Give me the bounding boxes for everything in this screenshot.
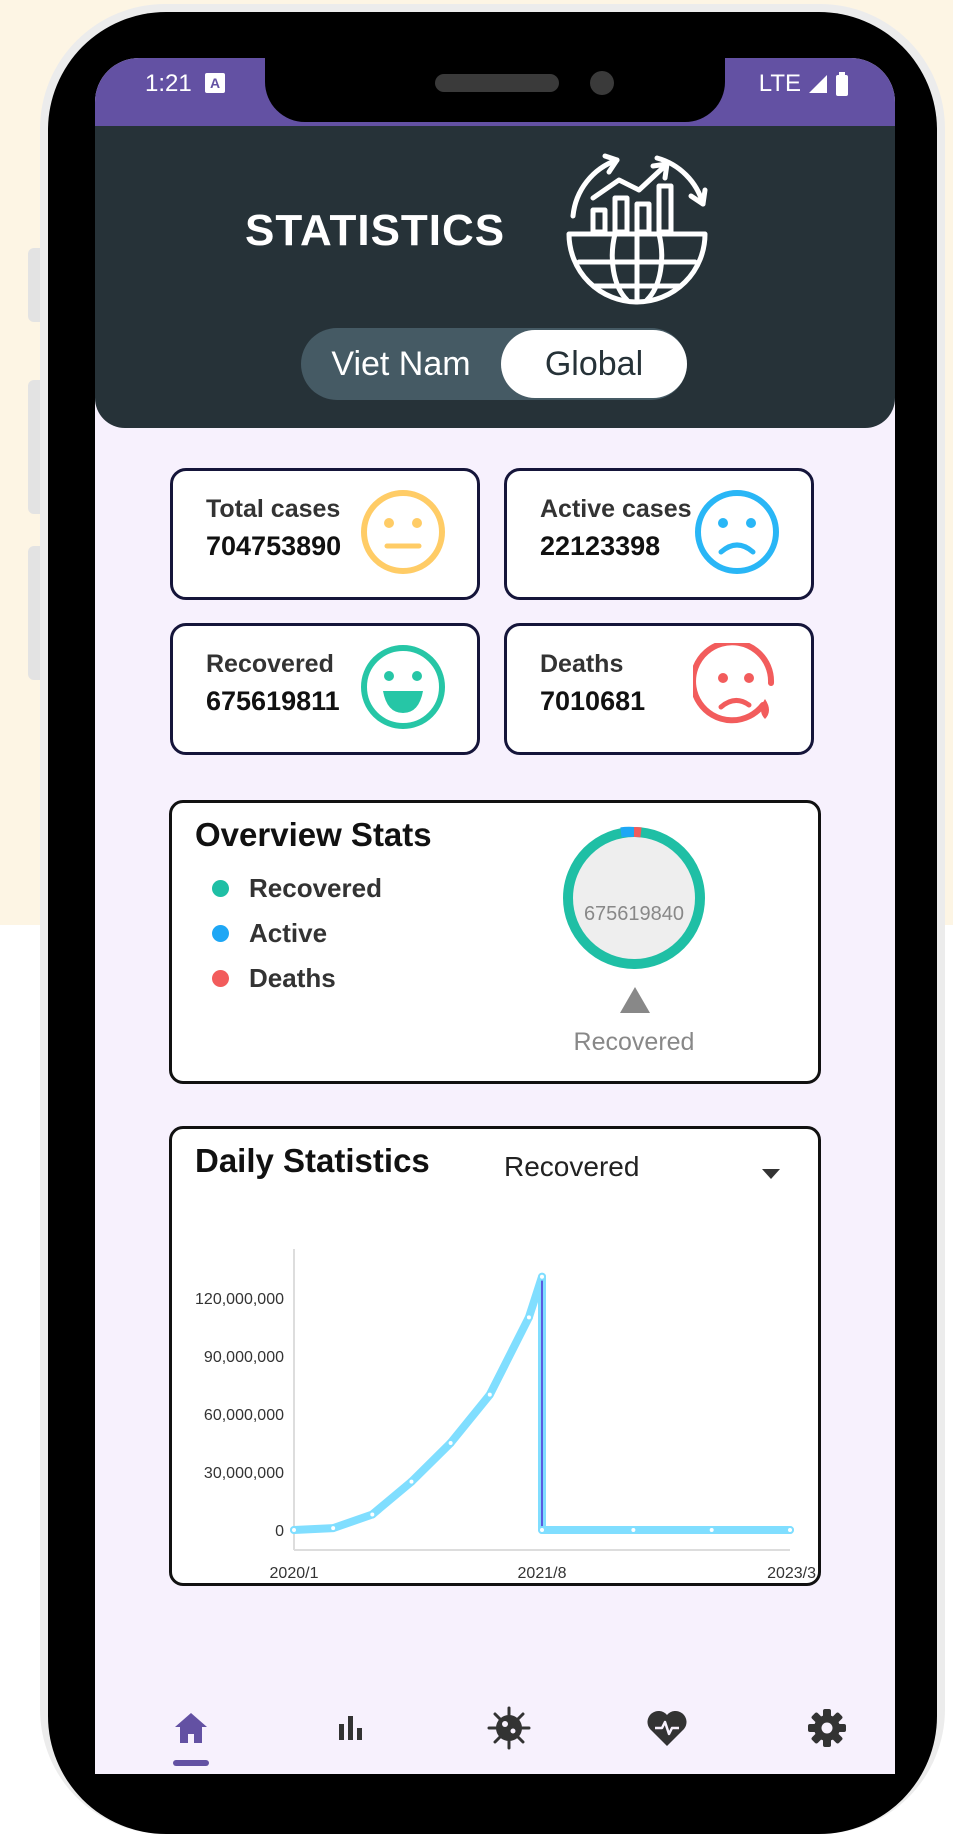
overview-donut-chart[interactable] — [561, 825, 707, 971]
toggle-viet-nam[interactable]: Viet Nam — [301, 328, 501, 400]
nav-virus[interactable] — [487, 1706, 531, 1750]
nav-home[interactable] — [169, 1706, 213, 1750]
status-time: 1:21 — [145, 70, 192, 97]
card-label: Deaths — [540, 650, 624, 678]
data-point — [329, 1524, 338, 1533]
overview-panel: Overview Stats Recovered Active Deaths 6… — [169, 800, 821, 1084]
recovered-card[interactable]: Recovered 675619811 — [170, 623, 480, 755]
data-point — [786, 1526, 794, 1534]
nav-health[interactable] — [645, 1706, 689, 1750]
data-point — [368, 1510, 377, 1519]
data-point — [538, 1272, 546, 1281]
legend-item-deaths[interactable]: Deaths — [212, 963, 336, 994]
header: STATISTICS Viet Nam Global — [95, 126, 895, 428]
legend-label: Deaths — [249, 963, 336, 993]
nav-settings[interactable] — [805, 1706, 849, 1750]
data-point — [707, 1526, 716, 1534]
donut-center-value: 675619840 — [583, 903, 685, 925]
home-icon — [175, 1713, 207, 1743]
y-tick-label: 120,000,000 — [195, 1291, 284, 1308]
battery-icon — [836, 72, 848, 96]
card-value: 7010681 — [540, 686, 646, 716]
page-title: STATISTICS — [245, 206, 506, 255]
network-label: LTE — [758, 70, 801, 97]
virus-icon — [487, 1706, 531, 1750]
bar-chart-icon — [339, 1716, 362, 1740]
data-point — [629, 1526, 638, 1534]
region-toggle: Viet Nam Global — [301, 328, 687, 400]
legend-label: Active — [249, 918, 328, 948]
x-tick-label: 2021/8 — [518, 1565, 567, 1582]
selection-arrow-icon — [620, 987, 650, 1013]
signal-icon — [809, 75, 827, 93]
notification-icon: A — [205, 73, 225, 93]
app-screen: 1:21 A LTE STATISTICS Viet Nam Global To… — [95, 58, 895, 1774]
legend-item-recovered[interactable]: Recovered — [212, 873, 382, 904]
toggle-global[interactable]: Global — [501, 330, 687, 398]
nav-active-indicator — [173, 1760, 209, 1766]
legend-dot-deaths — [212, 970, 229, 987]
active-cases-card[interactable]: Active cases 22123398 — [504, 468, 814, 600]
deaths-card[interactable]: Deaths 7010681 — [504, 623, 814, 755]
data-point — [485, 1390, 494, 1399]
heart-pulse-icon — [647, 1710, 687, 1746]
legend-label: Recovered — [249, 873, 382, 903]
speaker-grille — [435, 74, 559, 92]
neutral-face-icon — [361, 490, 445, 574]
home-indicator-area — [95, 1774, 895, 1792]
x-tick-label: 2023/3 — [767, 1565, 816, 1582]
data-point — [407, 1477, 416, 1486]
legend-dot-active — [212, 925, 229, 942]
data-point — [524, 1313, 533, 1322]
data-point — [538, 1526, 546, 1534]
data-point — [290, 1526, 298, 1534]
card-value: 675619811 — [206, 686, 340, 716]
y-tick-label: 60,000,000 — [204, 1407, 284, 1424]
x-tick-label: 2020/1 — [270, 1565, 319, 1582]
nav-statistics[interactable] — [329, 1706, 373, 1750]
crying-face-icon — [693, 643, 775, 724]
card-value: 22123398 — [540, 531, 661, 561]
globe-chart-icon — [566, 153, 708, 305]
card-label: Active cases — [540, 495, 692, 523]
front-camera — [590, 71, 614, 95]
card-label: Recovered — [206, 650, 334, 678]
data-point — [446, 1439, 455, 1447]
donut-selected-caption: Recovered — [573, 1028, 695, 1056]
overview-title: Overview Stats — [195, 816, 432, 853]
y-tick-label: 0 — [275, 1523, 284, 1540]
status-bar: 1:21 A LTE — [95, 58, 895, 126]
total-cases-card[interactable]: Total cases 704753890 — [170, 468, 480, 600]
daily-statistics-panel: Daily Statistics Recovered 0 30,000,000 60… — [169, 1126, 821, 1586]
camera-notch — [265, 58, 725, 122]
legend-dot-recovered — [212, 880, 229, 897]
card-label: Total cases — [206, 495, 341, 523]
card-value: 704753890 — [206, 531, 342, 561]
daily-line-chart[interactable]: 0 30,000,000 60,000,000 90,000,000 120,000,0… — [172, 1129, 818, 1583]
legend-item-active[interactable]: Active — [212, 918, 327, 949]
y-tick-label: 30,000,000 — [204, 1465, 284, 1482]
status-indicators: LTE — [759, 70, 849, 98]
happy-face-icon — [361, 645, 445, 729]
bottom-navigation — [95, 1664, 895, 1774]
sad-face-icon — [695, 490, 779, 574]
y-tick-label: 90,000,000 — [204, 1349, 284, 1366]
gear-icon — [808, 1709, 846, 1747]
